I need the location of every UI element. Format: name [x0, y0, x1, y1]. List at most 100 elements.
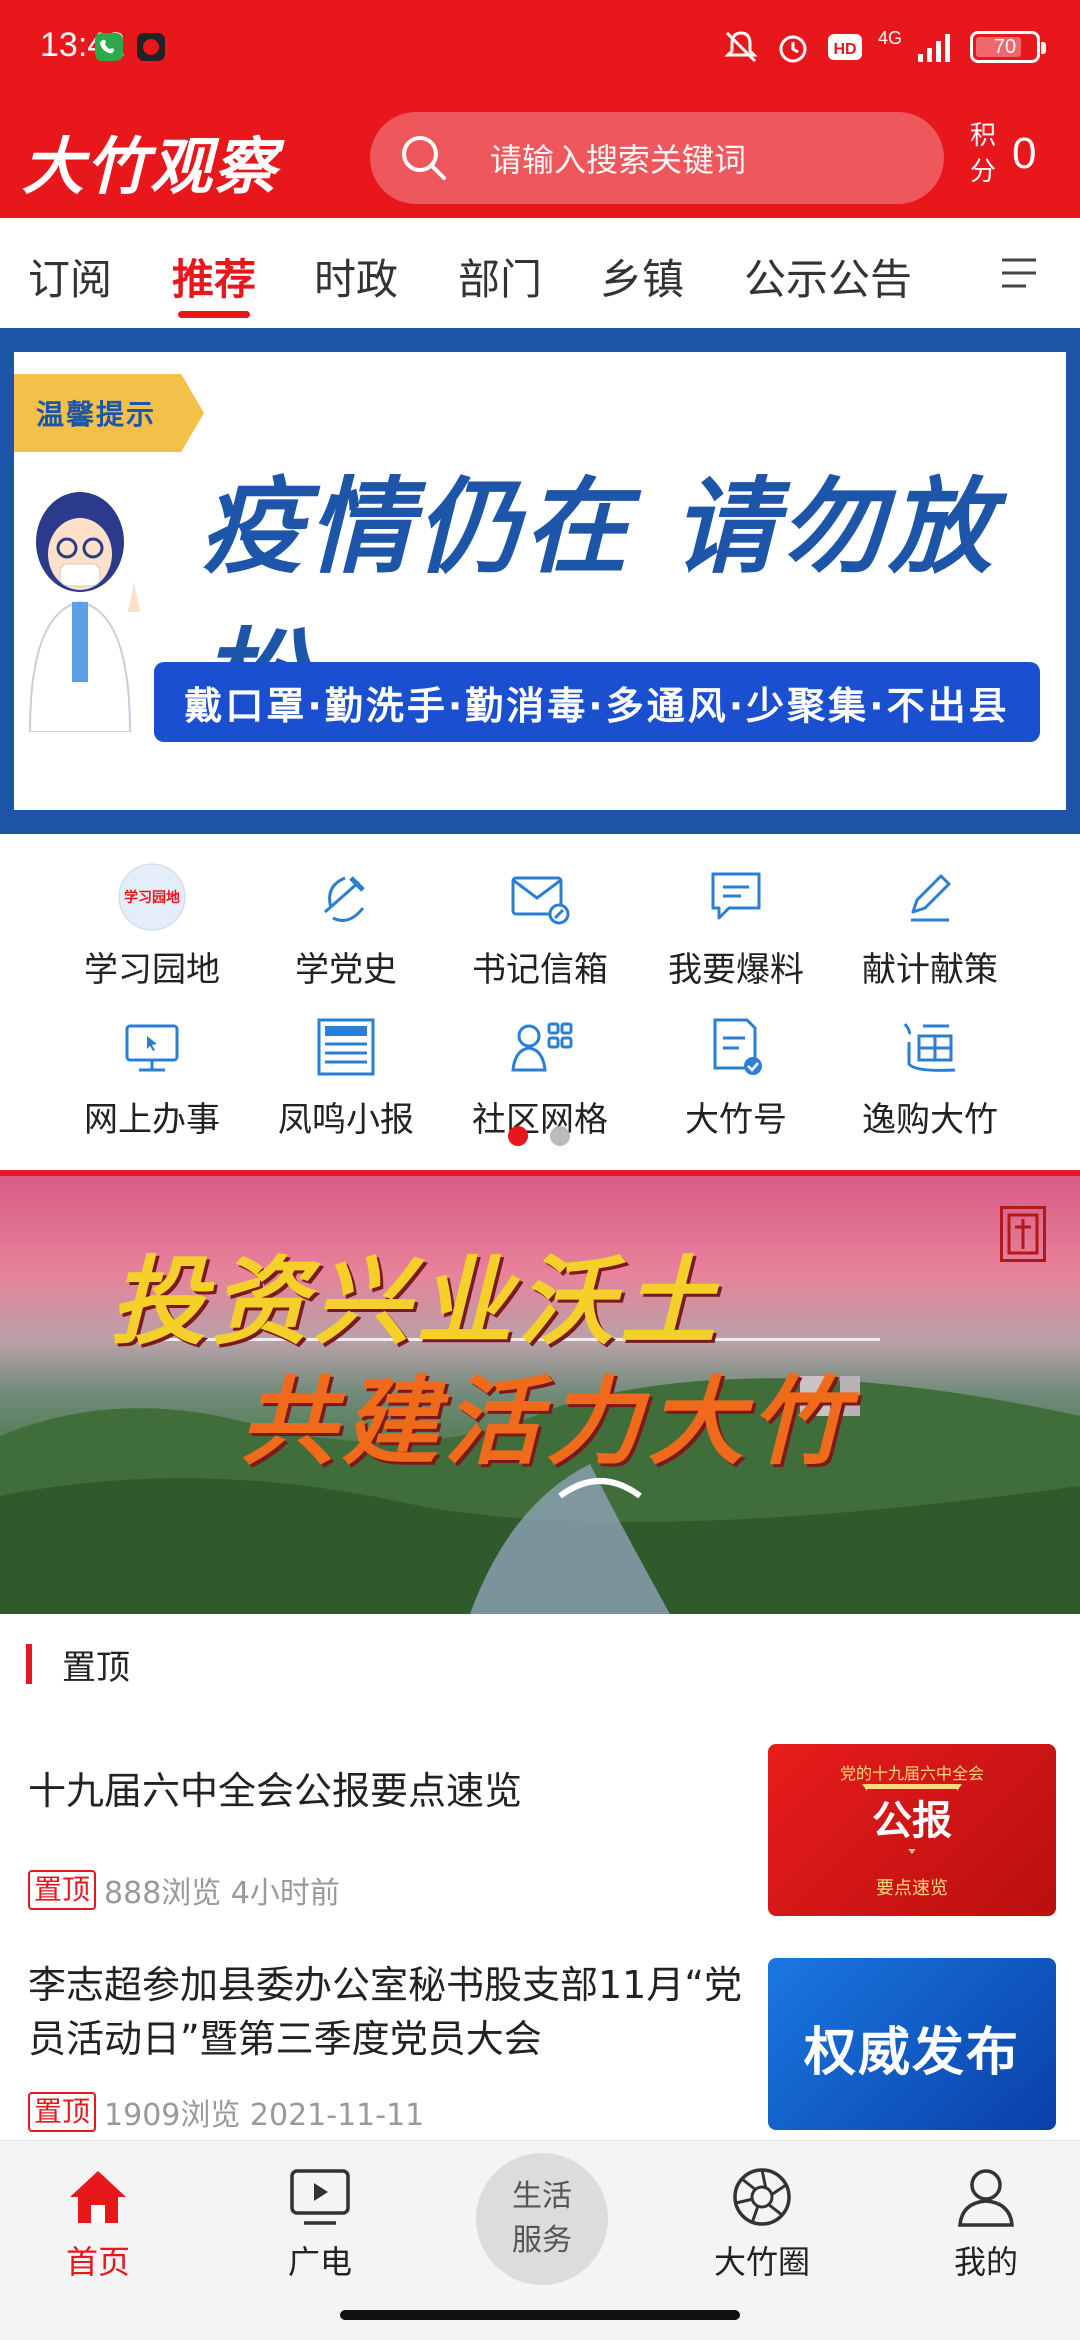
banner-subtitle: 戴口罩·勤洗手·勤消毒·多通风·少聚集·不出县: [154, 662, 1040, 742]
svg-text:HD: HD: [833, 41, 856, 58]
active-tab-indicator: [178, 311, 250, 318]
news-meta: 置顶 1909浏览 2021-11-11: [28, 2090, 424, 2134]
doctor-illustration: [28, 492, 140, 732]
status-bar: 13:42 HD 4G 70: [0, 0, 1080, 100]
quick-item-label: 大竹号: [685, 1100, 787, 1140]
aperture-icon: [733, 2168, 791, 2226]
news-info: 888浏览 4小时前: [104, 1876, 340, 1911]
tab-recommend[interactable]: 推荐: [172, 246, 256, 307]
promo-banner[interactable]: 投资兴业沃土 共建活力大竹: [0, 1176, 1080, 1614]
quick-item-community-grid[interactable]: 社区网格: [440, 1012, 640, 1141]
study-garden-icon: 学习园地: [118, 863, 186, 931]
hd-icon: HD: [827, 34, 862, 60]
nav-label: 我的: [953, 2243, 1018, 2281]
quick-item-label: 学党史: [295, 950, 397, 990]
battery-icon: 70: [970, 31, 1046, 63]
mail-icon: [511, 876, 570, 925]
quick-item-label: 逸购大竹: [862, 1100, 998, 1140]
study-garden-icon-text: 学习园地: [124, 889, 180, 906]
pinned-section: 置顶 十九届六中全会公报要点速览 置顶 888浏览 4小时前 党的十九届六中全会…: [0, 1614, 1080, 2140]
news-info: 1909浏览 2021-11-11: [104, 2098, 425, 2133]
verified-doc-icon: [713, 1018, 762, 1075]
network-type: 4G: [877, 27, 902, 48]
user-icon: [958, 2169, 1014, 2227]
points-label: 积分: [970, 121, 997, 187]
dazhu-seal-icon: [1000, 1206, 1046, 1262]
tab-subscribe[interactable]: 订阅: [28, 246, 112, 307]
search-icon: [402, 136, 446, 180]
newspaper-icon: [317, 1018, 375, 1076]
home-indicator[interactable]: [340, 2310, 740, 2320]
quick-item-study-garden[interactable]: 学习园地 学习园地: [52, 862, 252, 991]
home-icon: [70, 2171, 126, 2223]
pinned-tag: 置顶: [28, 1870, 97, 1910]
news-item[interactable]: 李志超参加县委办公室秘书股支部11月“党员活动日”暨第三季度党员大会 置顶 19…: [0, 1958, 1080, 2138]
epidemic-banner-content: 温馨提示 疫情仍在 请勿放松 戴口罩·勤洗手·勤消毒·多通风·少聚集·不出县: [14, 352, 1066, 810]
quick-menu: 学习园地 学习园地 学党史 书记信箱 我要爆料 献计献策 网上办事 凤鸣小报 社…: [0, 834, 1080, 1176]
news-thumbnail: 权威发布: [768, 1958, 1056, 2130]
bell-off-icon: [724, 31, 758, 63]
quick-item-online-services[interactable]: 网上办事: [52, 1012, 252, 1141]
news-title: 李志超参加县委办公室秘书股支部11月“党员活动日”暨第三季度党员大会: [28, 1963, 743, 2061]
tab-departments[interactable]: 部门: [458, 246, 542, 307]
epidemic-banner[interactable]: 温馨提示 疫情仍在 请勿放松 戴口罩·勤洗手·勤消毒·多通风·少聚集·不出县: [0, 328, 1080, 834]
status-icons: HD 4G 70: [722, 24, 1046, 70]
points-display[interactable]: 积分 0: [970, 118, 1036, 190]
quick-item-label: 学习园地: [84, 950, 220, 990]
quick-item-label: 凤鸣小报: [278, 1100, 414, 1140]
pencil-icon: [911, 874, 951, 922]
nav-home[interactable]: 首页: [8, 2163, 188, 2283]
monitor-icon: [125, 1024, 179, 1072]
channel-menu-icon[interactable]: [998, 252, 1040, 294]
tab-politics[interactable]: 时政: [314, 246, 398, 307]
news-meta: 置顶 888浏览 4小时前: [28, 1868, 340, 1912]
chat-icon: [711, 872, 761, 920]
nav-center-label: 生活服务: [512, 2179, 572, 2258]
quick-item-secretary-mailbox[interactable]: 书记信箱: [440, 862, 640, 991]
quick-item-report-tip[interactable]: 我要爆料: [636, 862, 836, 991]
tv-play-icon: [290, 2169, 350, 2225]
news-thumbnail: 党的十九届六中全会 公报 要点速览: [768, 1744, 1056, 1916]
search-placeholder: 请输入搜索关键词: [490, 141, 747, 179]
promo-line-2: 共建活力大竹: [240, 1366, 852, 1478]
alarm-icon: [779, 35, 807, 63]
search-bar[interactable]: 请输入搜索关键词: [370, 112, 944, 204]
nav-dazhu-circle[interactable]: 大竹圈: [672, 2163, 852, 2283]
nav-broadcast[interactable]: 广电: [230, 2163, 410, 2283]
quick-item-dazhu-account[interactable]: 大竹号: [636, 1012, 836, 1141]
banner-tag: 温馨提示: [14, 374, 204, 452]
thumbnail-caption: 党的十九届六中全会: [839, 1764, 984, 1783]
nav-life-services[interactable]: 生活服务: [476, 2153, 608, 2285]
community-grid-icon: [511, 1022, 573, 1072]
promo-line-1: 投资兴业沃土: [110, 1246, 722, 1358]
thumbnail-headline: 公报: [872, 1798, 952, 1844]
quick-item-suggestions[interactable]: 献计献策: [830, 862, 1030, 991]
tab-towns[interactable]: 乡镇: [600, 246, 684, 307]
nav-label: 首页: [65, 2243, 130, 2281]
points-value: 0: [1012, 129, 1037, 178]
section-title: 置顶: [62, 1648, 130, 1688]
quick-item-party-history[interactable]: 学党史: [246, 862, 446, 991]
news-item[interactable]: 十九届六中全会公报要点速览 置顶 888浏览 4小时前 党的十九届六中全会 公报…: [0, 1744, 1080, 1944]
nav-label: 大竹圈: [713, 2243, 810, 2281]
quick-menu-pager: [508, 1126, 570, 1146]
app-header: 13:42 HD 4G 70 大竹观察 请输入搜索关键词 积分 0: [0, 0, 1080, 218]
quick-item-shopping[interactable]: 逸购大竹: [830, 1012, 1030, 1141]
quick-item-label: 网上办事: [84, 1100, 220, 1140]
quick-item-fengming-news[interactable]: 凤鸣小报: [246, 1012, 446, 1141]
app-notification-icon: [134, 30, 168, 64]
channel-tabs: 订阅 推荐 时政 部门 乡镇 公示公告: [0, 218, 1080, 328]
pager-dot[interactable]: [550, 1126, 570, 1146]
quick-item-label: 我要爆料: [668, 950, 804, 990]
nav-profile[interactable]: 我的: [896, 2163, 1076, 2283]
tab-announcements[interactable]: 公示公告: [744, 246, 912, 307]
thumbnail-subcaption: 要点速览: [876, 1878, 948, 1899]
phone-call-icon: [92, 30, 126, 64]
signal-icon: [918, 34, 950, 62]
quick-item-label: 献计献策: [862, 950, 998, 990]
thumbnail-headline: 权威发布: [803, 2023, 1020, 2083]
quick-item-label: 书记信箱: [472, 950, 608, 990]
pager-dot-active[interactable]: [508, 1126, 528, 1146]
nav-label: 广电: [287, 2243, 352, 2281]
app-logo: 大竹观察: [22, 130, 279, 203]
